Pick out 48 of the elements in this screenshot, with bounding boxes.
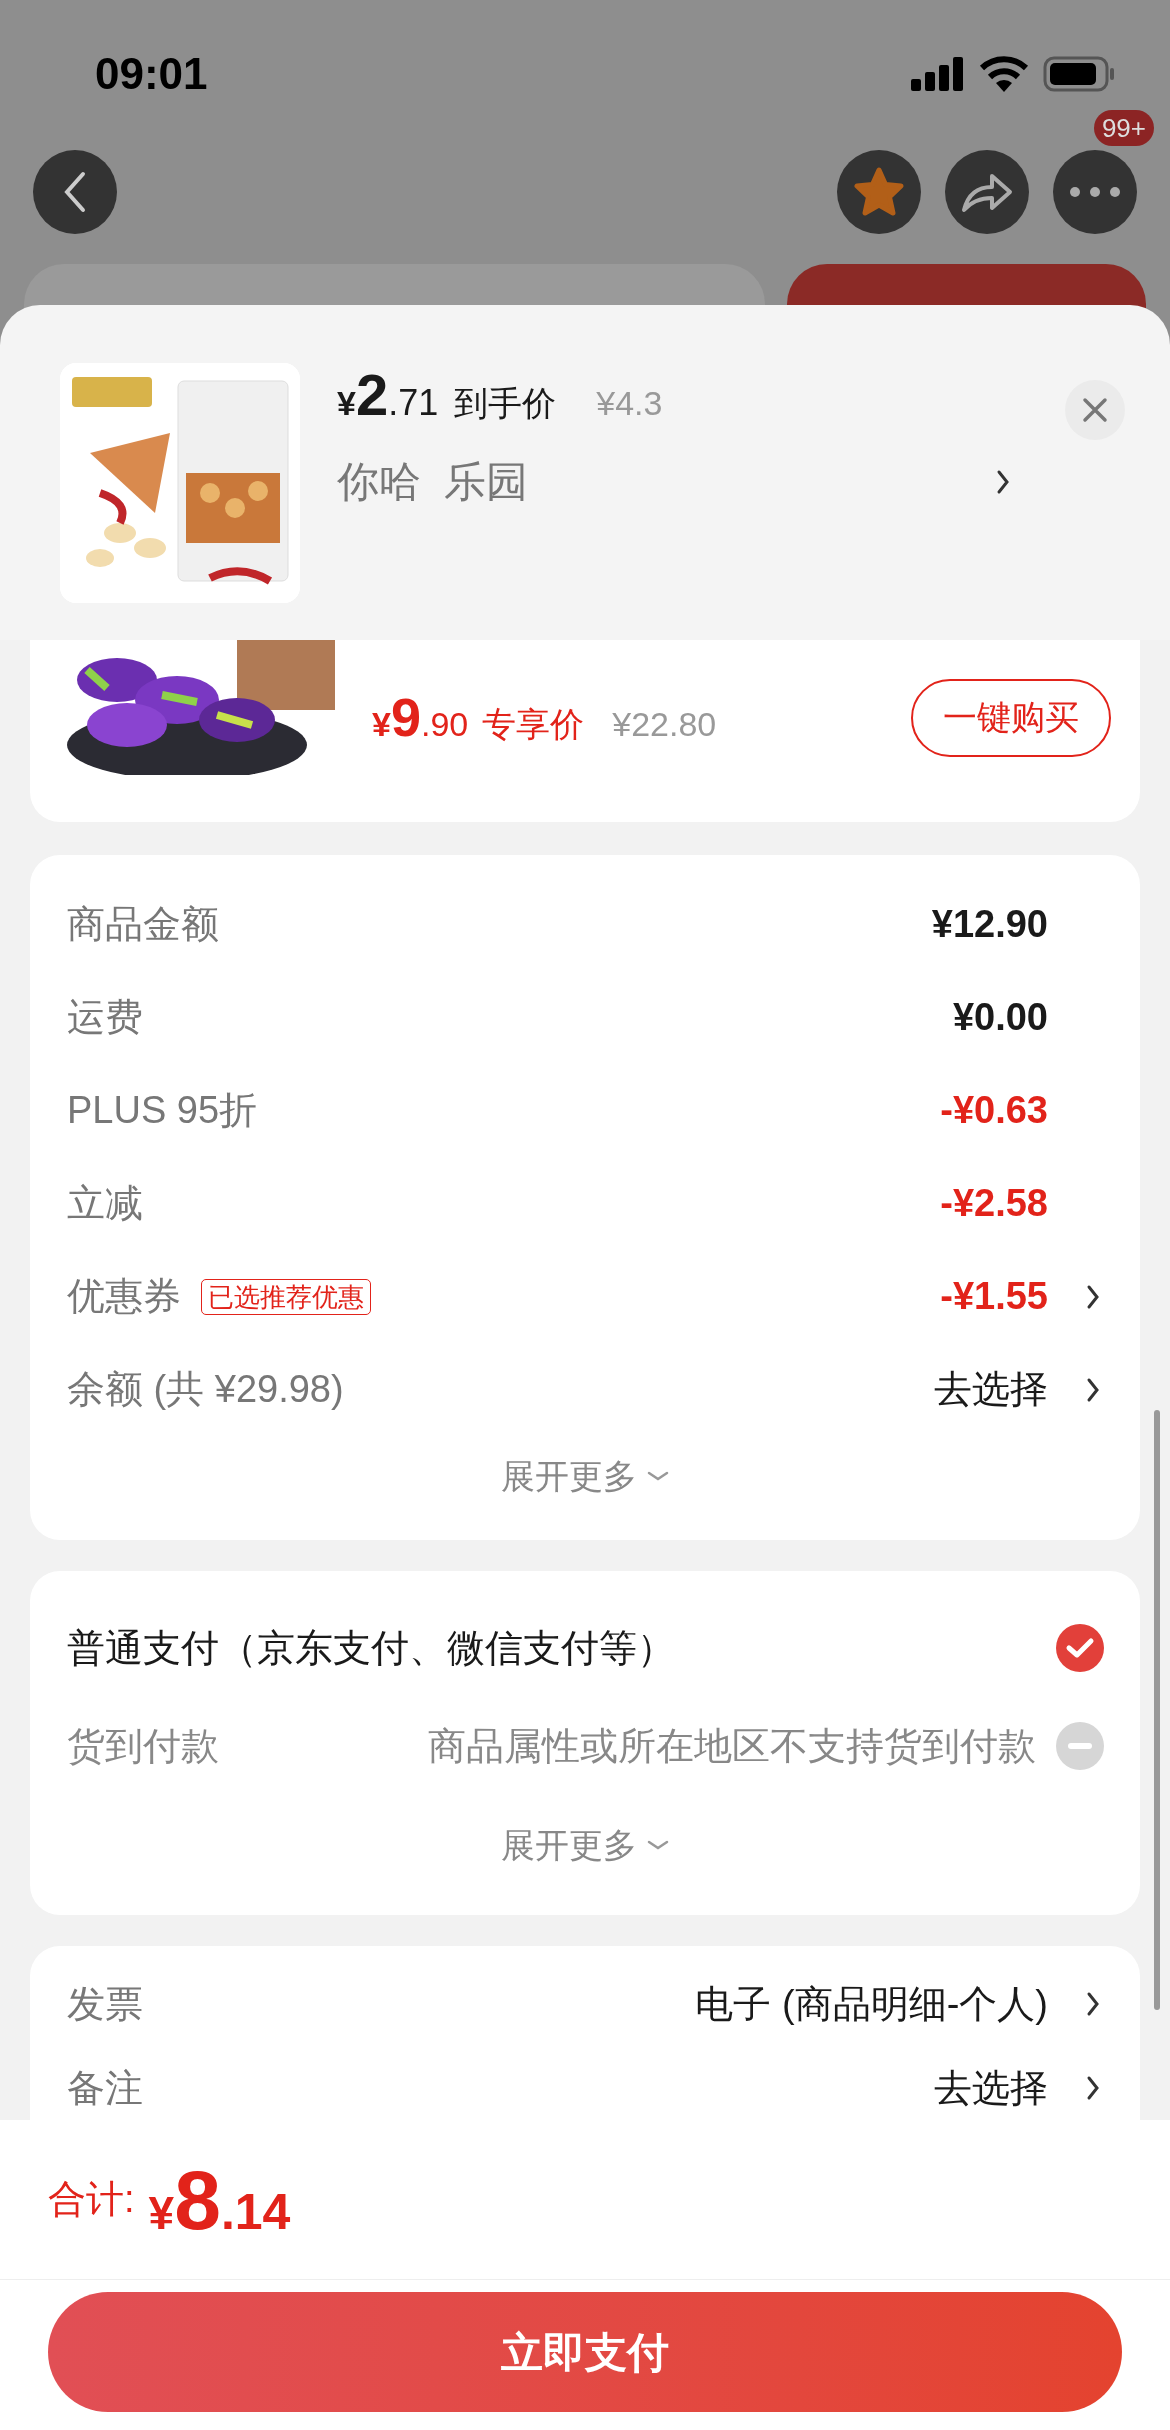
total-amount: ¥8.14 [148, 2151, 291, 2249]
summary-label: PLUS 95折 [67, 1088, 258, 1133]
original-price: ¥22.80 [612, 704, 717, 745]
price-label: 专享价 [482, 704, 585, 745]
payment-note: 商品属性或所在地区不支持货到付款 [428, 1723, 1036, 1769]
deal-price: ¥9.90 [372, 686, 469, 749]
more-icon [1070, 187, 1120, 197]
status-time: 09:01 [95, 47, 208, 100]
checkmark-icon[interactable] [1056, 1624, 1104, 1672]
product-name: 你哈 乐园 [337, 457, 529, 507]
summary-value: ¥0.00 [952, 995, 1048, 1040]
signal-icon [911, 56, 965, 91]
summary-label: 运费 [67, 995, 143, 1040]
summary-value: -¥0.63 [940, 1088, 1048, 1133]
summary-label: 优惠券 [67, 1274, 181, 1319]
chevron-icon [1086, 2075, 1100, 2101]
summary-value[interactable]: -¥1.55 [940, 1268, 1048, 1325]
chevron-down-icon [647, 1470, 669, 1482]
extra-label: 备注 [67, 2065, 143, 2111]
extra-value[interactable]: 电子 (商品明细-个人) [695, 1975, 1048, 2033]
chevron-down-icon [647, 1839, 669, 1851]
wifi-icon [979, 55, 1029, 92]
chevron-icon [996, 468, 1010, 495]
chevron-icon [1086, 1991, 1100, 2017]
summary-label: 商品金额 [67, 902, 219, 947]
pay-now-button[interactable]: 立即支付 [48, 2292, 1122, 2412]
buy-now-button[interactable]: 一键购买 [911, 678, 1111, 757]
original-price: ¥4.3 [596, 383, 663, 424]
price-label: 到手价 [454, 383, 557, 424]
extra-label: 发票 [67, 1981, 143, 2027]
product-price: ¥2.71 [337, 361, 439, 429]
close-icon [1082, 397, 1108, 423]
battery-icon [1043, 55, 1115, 92]
total-label: 合计: [48, 2177, 135, 2222]
star-icon [853, 167, 905, 217]
summary-value: -¥2.58 [940, 1181, 1048, 1226]
payment-option: 货到付款 [67, 1717, 219, 1775]
payment-option[interactable]: 普通支付（京东支付、微信支付等） [67, 1619, 675, 1677]
expand-more-link[interactable]: 展开更多 [501, 1819, 637, 1871]
summary-value[interactable]: 去选择 [934, 1361, 1048, 1418]
coupon-tag: 已选推荐优惠 [201, 1278, 371, 1315]
summary-label: 立减 [67, 1181, 143, 1226]
summary-label: 余额 (共 ¥29.98) [67, 1367, 344, 1412]
summary-value: ¥12.90 [931, 902, 1048, 947]
expand-more-link[interactable]: 展开更多 [501, 1450, 637, 1502]
notification-badge: 99+ [1093, 110, 1154, 146]
extra-value[interactable]: 去选择 [934, 2059, 1048, 2117]
back-icon [63, 171, 87, 213]
